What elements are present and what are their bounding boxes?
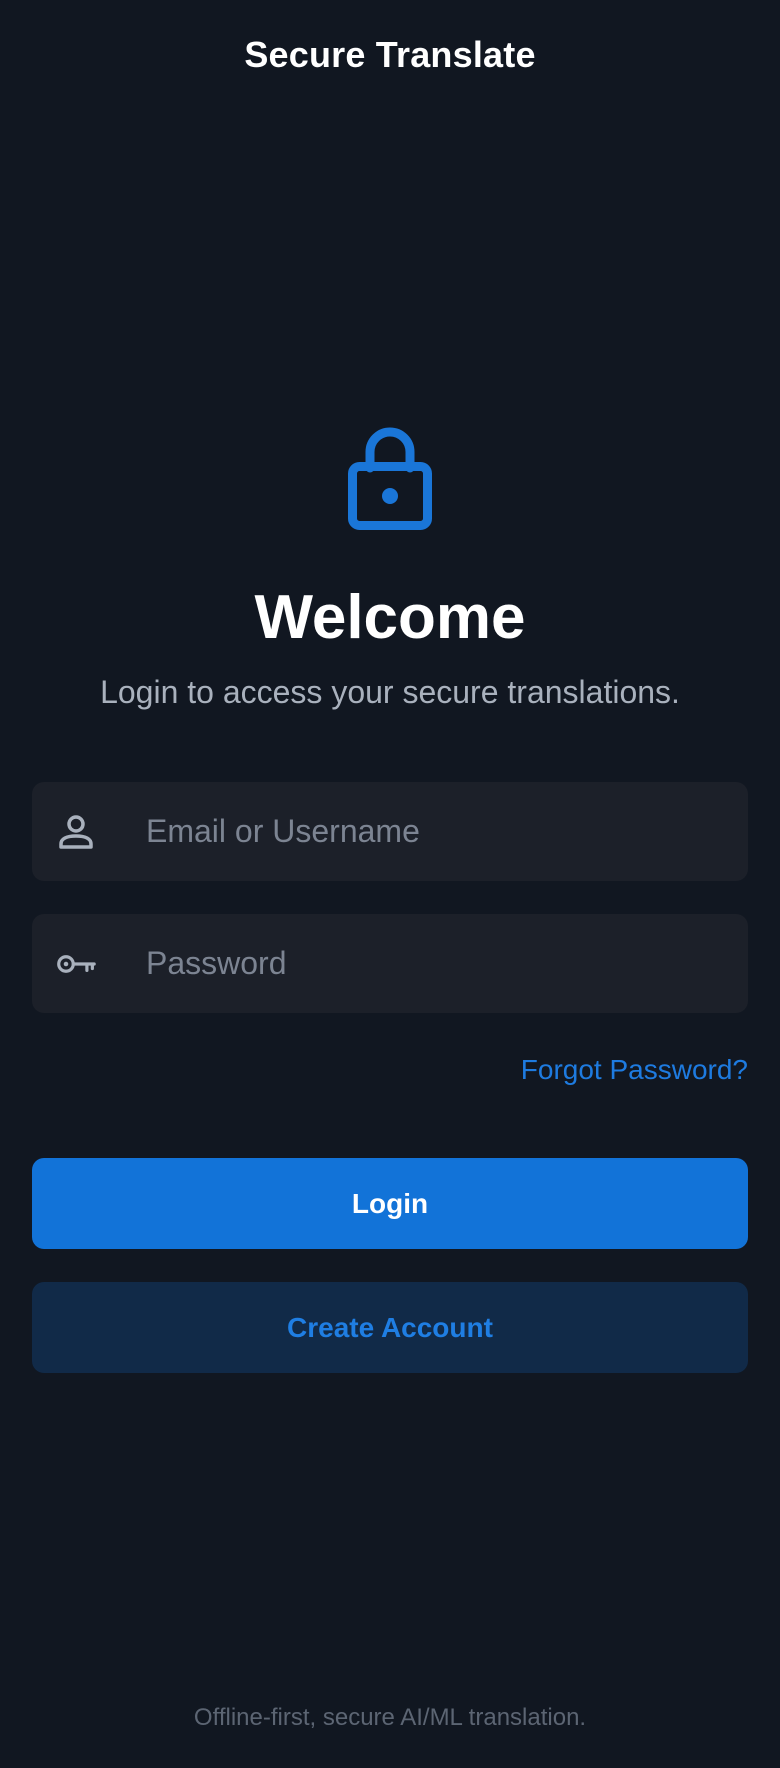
create-account-button[interactable]: Create Account: [32, 1282, 748, 1373]
password-field[interactable]: [32, 914, 748, 1013]
user-icon: [59, 815, 93, 849]
footer-tagline: Offline-first, secure AI/ML translation.: [193, 1704, 587, 1731]
lock-icon: [348, 427, 432, 530]
login-button[interactable]: Login: [32, 1158, 748, 1249]
welcome-subtitle: Login to access your secure translations…: [100, 674, 680, 710]
password-input[interactable]: [114, 914, 724, 1013]
app-title: Secure Translate: [244, 34, 536, 75]
welcome-heading: Welcome: [254, 583, 526, 652]
email-input[interactable]: [114, 782, 724, 881]
email-field[interactable]: [32, 782, 748, 881]
forgot-password-link[interactable]: Forgot Password?: [521, 1054, 748, 1086]
key-icon: [57, 955, 96, 973]
